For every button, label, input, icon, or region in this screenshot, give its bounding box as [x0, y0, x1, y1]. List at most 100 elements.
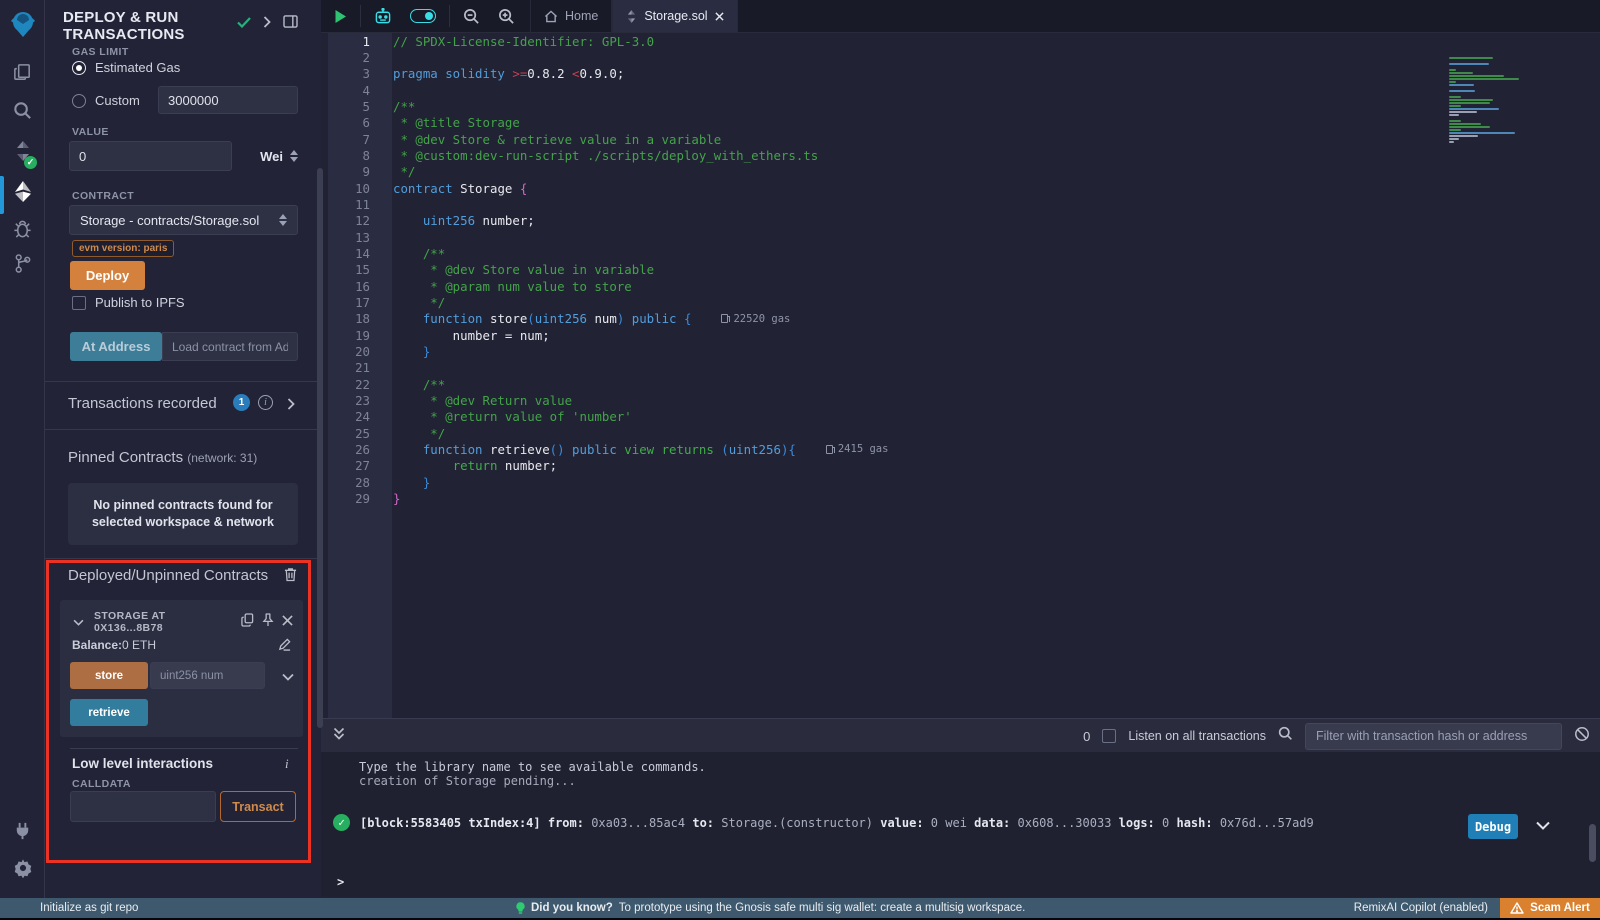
- code-line[interactable]: 11: [321, 196, 1600, 212]
- retrieve-function-button[interactable]: retrieve: [70, 699, 148, 726]
- radio-icon[interactable]: [72, 94, 86, 108]
- code-line[interactable]: 10contract Storage {: [321, 180, 1600, 196]
- code-line[interactable]: 29}: [321, 490, 1600, 506]
- store-function-button[interactable]: store: [70, 662, 148, 689]
- close-instance-icon[interactable]: [282, 613, 293, 631]
- debug-button[interactable]: Debug: [1468, 814, 1518, 839]
- debugger-icon[interactable]: [0, 218, 45, 239]
- at-address-input[interactable]: [162, 332, 298, 361]
- calldata-input[interactable]: [70, 791, 216, 822]
- code-line[interactable]: 24 * @return value of 'number': [321, 409, 1600, 425]
- code-line[interactable]: 4: [321, 82, 1600, 98]
- code-line[interactable]: 19 number = num;: [321, 327, 1600, 343]
- expand-tx-icon[interactable]: [1536, 819, 1550, 833]
- tab-storage-sol[interactable]: Storage.sol: [612, 0, 737, 32]
- collapse-terminal-icon[interactable]: [333, 727, 345, 745]
- code-line[interactable]: 20 }: [321, 343, 1600, 359]
- code-line[interactable]: 12 uint256 number;: [321, 213, 1600, 229]
- zoom-out-icon[interactable]: [454, 0, 489, 32]
- estimated-gas-radio[interactable]: Estimated Gas: [72, 60, 180, 75]
- code-line[interactable]: 21: [321, 360, 1600, 376]
- code-line[interactable]: 14 /**: [321, 245, 1600, 261]
- settings-gear-icon[interactable]: [0, 858, 45, 878]
- value-label: VALUE: [72, 126, 109, 138]
- panel-forward-icon[interactable]: [263, 15, 271, 33]
- git-init-button[interactable]: Initialize as git repo: [40, 902, 138, 914]
- code-line[interactable]: 18 function store(uint256 num) public {2…: [321, 311, 1600, 327]
- code-line[interactable]: 13: [321, 229, 1600, 245]
- code-line[interactable]: 27 return number;: [321, 458, 1600, 474]
- code-line[interactable]: 5/**: [321, 98, 1600, 114]
- zoom-in-icon[interactable]: [489, 0, 524, 32]
- search-icon[interactable]: [0, 100, 45, 121]
- value-input[interactable]: [69, 141, 232, 171]
- code-area[interactable]: 1// SPDX-License-Identifier: GPL-3.023pr…: [321, 33, 1600, 718]
- code-line[interactable]: 28 }: [321, 474, 1600, 490]
- copilot-status[interactable]: RemixAI Copilot (enabled): [1354, 902, 1488, 914]
- code-line[interactable]: 25 */: [321, 425, 1600, 441]
- trash-icon[interactable]: [284, 567, 297, 587]
- code-line[interactable]: 2: [321, 49, 1600, 65]
- transaction-log-row[interactable]: ✓ [block:5583405 txIndex:4] from: 0xa03.…: [333, 814, 1590, 831]
- transact-button[interactable]: Transact: [220, 791, 296, 822]
- code-line[interactable]: 6 * @title Storage: [321, 115, 1600, 131]
- editor-minimap[interactable]: [1449, 57, 1567, 141]
- code-line[interactable]: 22 /**: [321, 376, 1600, 392]
- low-level-info-icon[interactable]: i: [285, 756, 289, 772]
- ai-copilot-icon[interactable]: [365, 0, 401, 32]
- transactions-expand-icon[interactable]: [287, 397, 295, 415]
- transaction-count: 0: [1083, 729, 1090, 744]
- contract-select[interactable]: Storage - contracts/Storage.sol: [69, 205, 298, 235]
- listen-all-checkbox[interactable]: [1102, 729, 1116, 743]
- edit-balance-icon[interactable]: [278, 638, 291, 654]
- code-line[interactable]: 16 * @param num value to store: [321, 278, 1600, 294]
- warning-icon: [1510, 902, 1524, 914]
- git-icon[interactable]: [0, 253, 45, 274]
- transactions-info-icon[interactable]: i: [258, 395, 273, 410]
- contract-label: CONTRACT: [72, 190, 134, 202]
- at-address-button[interactable]: At Address: [70, 332, 162, 361]
- code-line[interactable]: 8 * @custom:dev-run-script ./scripts/dep…: [321, 147, 1600, 163]
- expand-args-icon[interactable]: [282, 668, 294, 686]
- contract-instance-label[interactable]: STORAGE AT 0X136...8B78: [94, 610, 233, 634]
- clear-filter-icon[interactable]: [1574, 726, 1590, 747]
- plugin-manager-icon[interactable]: [0, 820, 45, 841]
- panel-scrollbar[interactable]: [317, 168, 323, 728]
- code-line[interactable]: 3pragma solidity >=0.8.2 <0.9.0;: [321, 66, 1600, 82]
- store-args-input[interactable]: [150, 662, 265, 689]
- publish-ipfs-checkbox-row[interactable]: Publish to IPFS: [72, 295, 185, 310]
- value-unit-select[interactable]: Wei: [232, 141, 298, 171]
- tab-home[interactable]: Home: [530, 0, 612, 32]
- custom-gas-radio[interactable]: Custom: [72, 93, 140, 108]
- solidity-compiler-icon[interactable]: [0, 140, 45, 162]
- terminal-filter-input[interactable]: [1305, 723, 1562, 750]
- deploy-button[interactable]: Deploy: [70, 261, 145, 290]
- file-explorer-icon[interactable]: [0, 62, 45, 83]
- radio-selected-icon[interactable]: [72, 61, 86, 75]
- remix-logo-icon[interactable]: [0, 8, 45, 40]
- terminal-output[interactable]: Type the library name to see available c…: [321, 752, 1600, 897]
- close-tab-icon[interactable]: [715, 12, 724, 21]
- terminal-scrollbar[interactable]: [1589, 824, 1596, 862]
- copy-icon[interactable]: [241, 613, 254, 632]
- ai-copilot-toggle[interactable]: [401, 0, 445, 32]
- code-line[interactable]: 15 * @dev Store value in variable: [321, 262, 1600, 278]
- code-line[interactable]: 17 */: [321, 294, 1600, 310]
- deploy-run-icon[interactable]: [0, 180, 45, 204]
- custom-gas-input[interactable]: [158, 86, 298, 114]
- collapse-chevron-icon[interactable]: [73, 613, 84, 631]
- scam-alert-button[interactable]: Scam Alert: [1500, 898, 1600, 918]
- lightbulb-icon: [516, 902, 525, 915]
- run-script-button[interactable]: [325, 0, 356, 32]
- checkbox-icon[interactable]: [72, 296, 86, 310]
- pin-panel-icon[interactable]: [283, 15, 298, 33]
- code-line[interactable]: 26 function retrieve() public view retur…: [321, 441, 1600, 457]
- code-line[interactable]: 7 * @dev Store & retrieve value in a var…: [321, 131, 1600, 147]
- unit-stepper-icon[interactable]: [290, 150, 298, 162]
- gas-estimate-annotation: 22520 gas: [721, 313, 790, 325]
- code-line[interactable]: 23 * @dev Return value: [321, 392, 1600, 408]
- terminal-prompt[interactable]: >: [337, 875, 344, 889]
- pin-icon[interactable]: [262, 613, 274, 632]
- code-line[interactable]: 9 */: [321, 164, 1600, 180]
- code-line[interactable]: 1// SPDX-License-Identifier: GPL-3.0: [321, 33, 1600, 49]
